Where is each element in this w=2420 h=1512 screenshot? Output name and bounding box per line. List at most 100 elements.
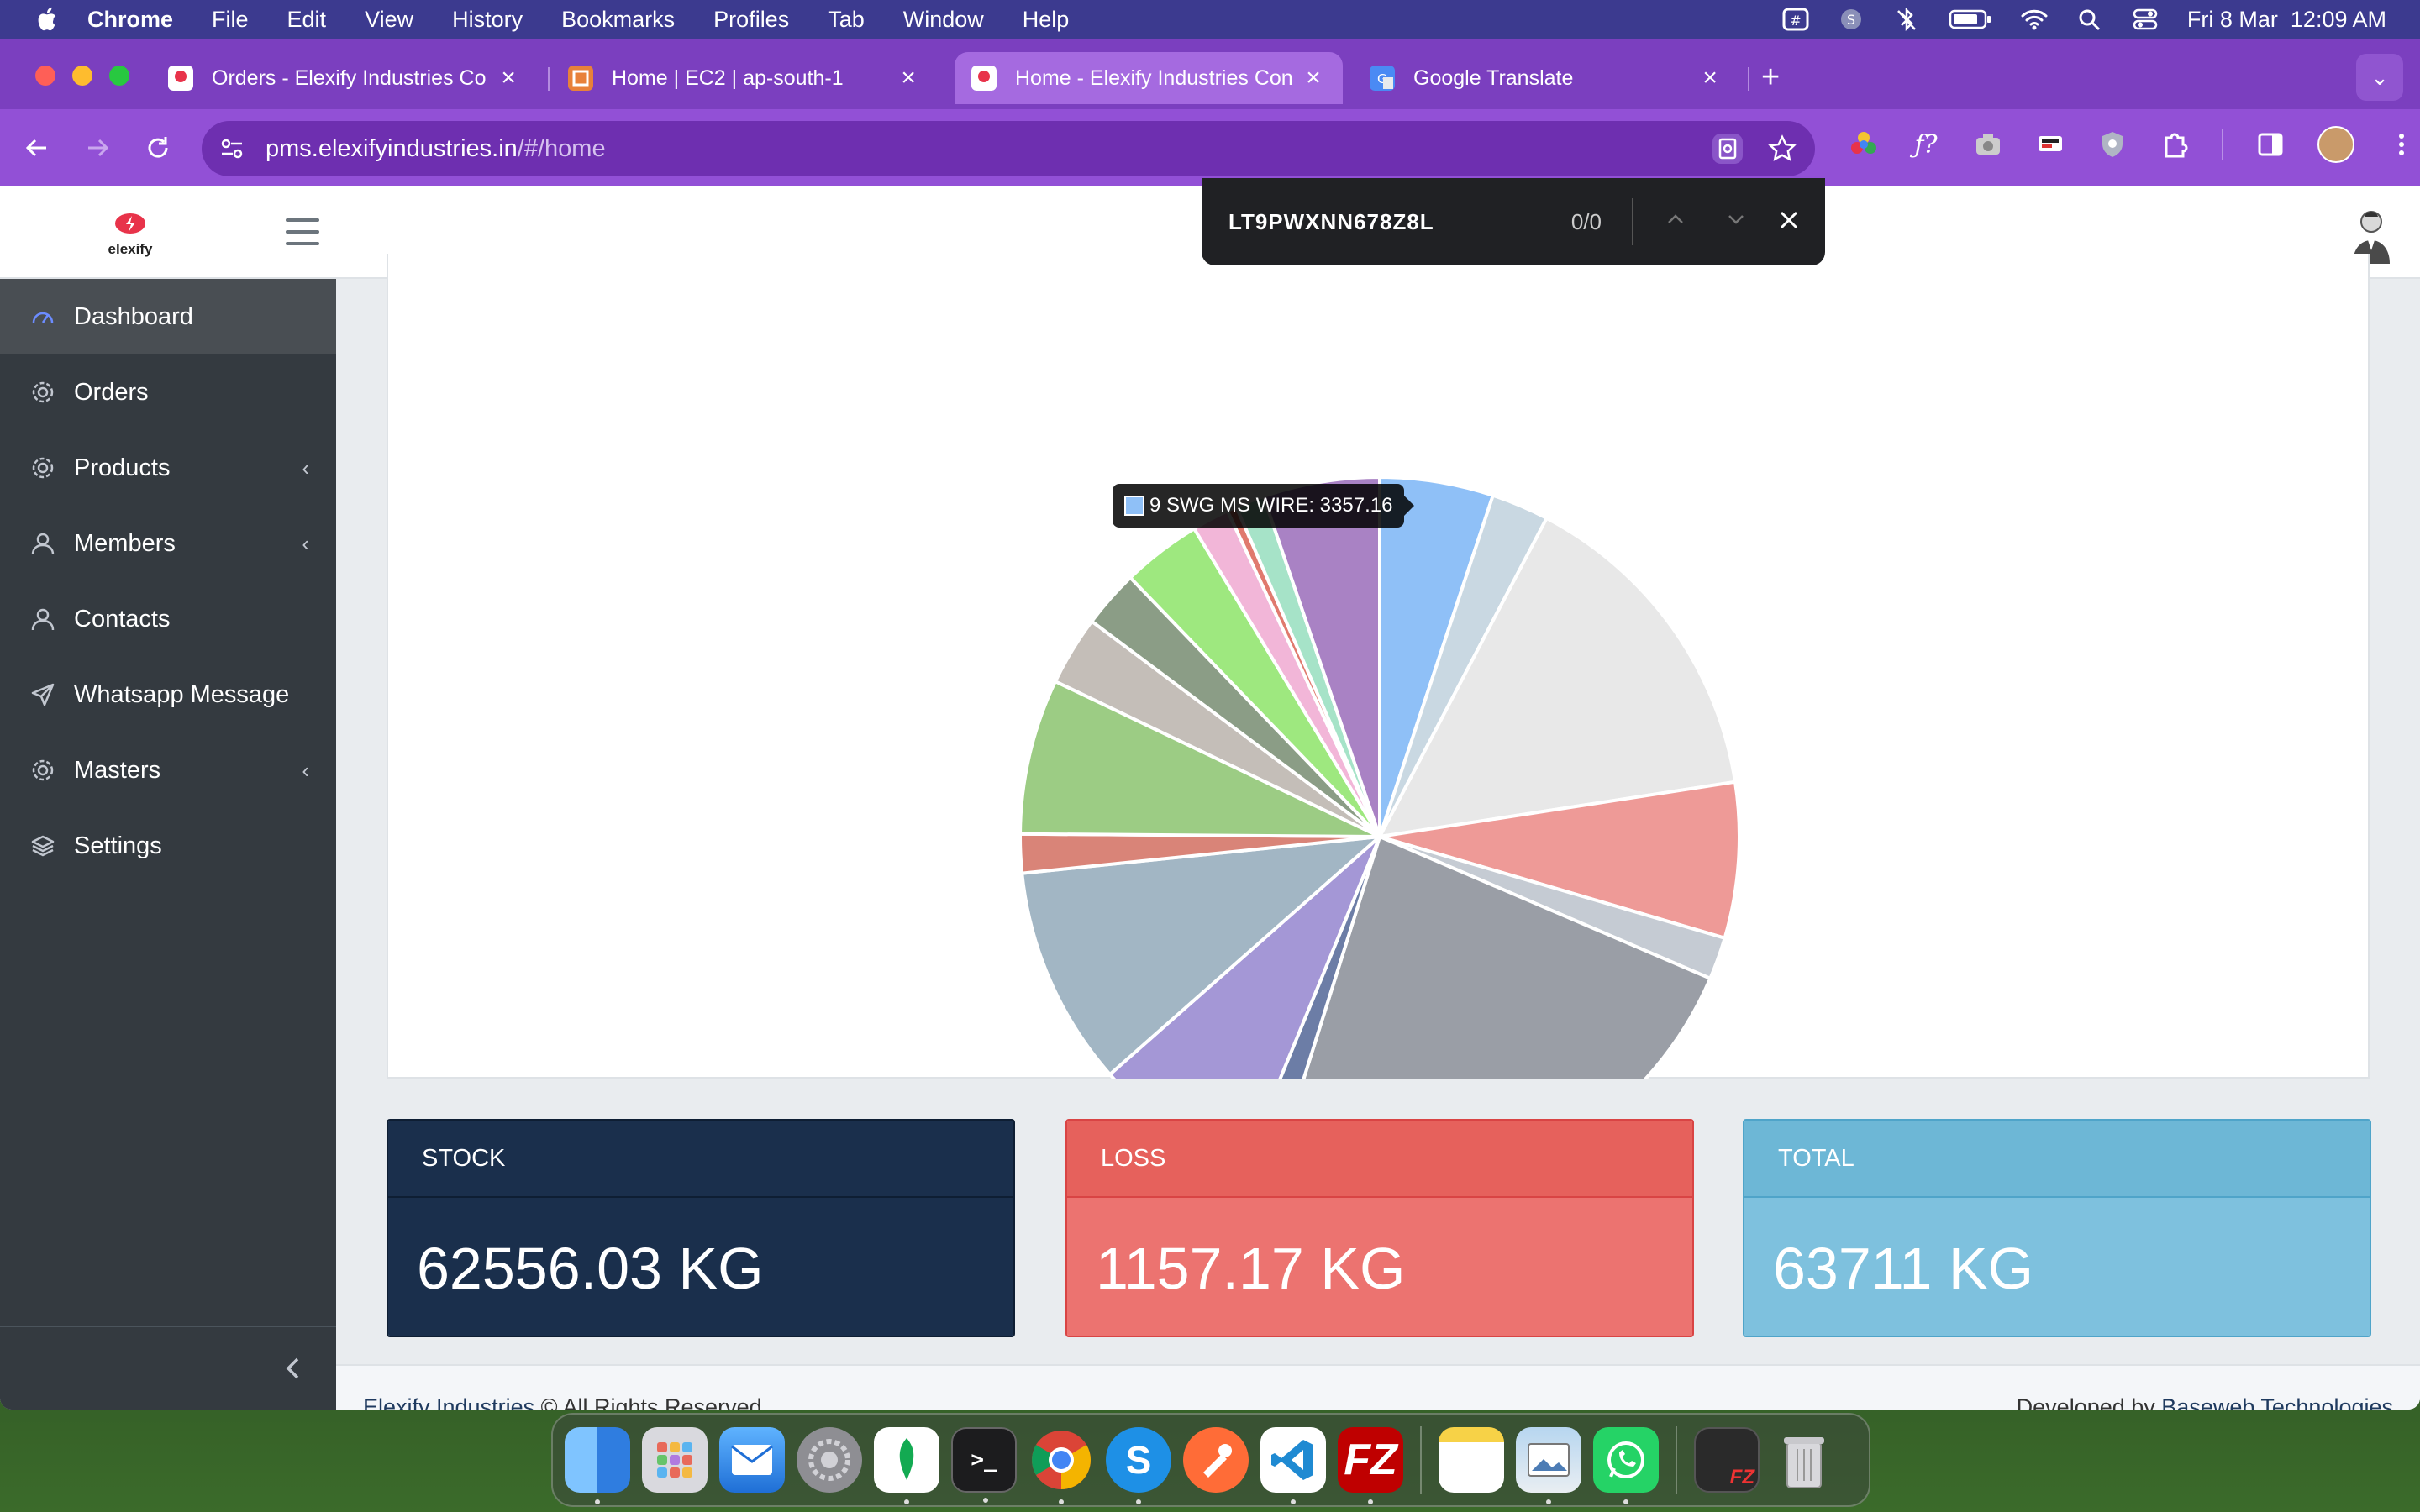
address-bar[interactable]: pms.elexifyindustries.in/#/home — [202, 121, 1815, 176]
zoom-window-button[interactable] — [109, 66, 129, 86]
sidebar-item-masters[interactable]: Masters ‹ — [0, 732, 336, 808]
side-panel-icon[interactable] — [2255, 129, 2286, 160]
tab-close-icon[interactable]: × — [1301, 64, 1326, 92]
reload-button[interactable] — [136, 126, 180, 170]
menu-bookmarks[interactable]: Bookmarks — [561, 7, 675, 33]
tab-home-active[interactable]: Home - Elexify Industries Con × — [955, 52, 1343, 104]
input-source-icon[interactable]: # — [1782, 8, 1809, 31]
chrome-icon[interactable] — [1028, 1427, 1094, 1504]
elexify-favicon-icon — [168, 66, 193, 91]
site-info-icon[interactable] — [217, 134, 247, 164]
arrow-left-icon — [25, 139, 46, 157]
menu-edit[interactable]: Edit — [287, 7, 327, 33]
menu-file[interactable]: File — [212, 7, 249, 33]
page-footer: Elexify Industries © All Rights Reserved… — [336, 1364, 2420, 1410]
finder-icon[interactable] — [565, 1427, 630, 1504]
tab-strip: Orders - Elexify Industries Co × Home | … — [0, 39, 2420, 109]
loss-card: LOSS 1157.17 KG — [1065, 1119, 1694, 1337]
sidebar-item-dashboard[interactable]: Dashboard — [0, 279, 336, 354]
chevron-left-icon: ‹ — [302, 757, 309, 783]
find-next-button[interactable] — [1718, 208, 1754, 236]
lens-search-icon[interactable] — [1711, 132, 1744, 165]
control-center-icon[interactable] — [2132, 8, 2159, 31]
menu-tab[interactable]: Tab — [828, 7, 865, 33]
postman-icon[interactable] — [1183, 1427, 1249, 1493]
notes-icon[interactable] — [1439, 1427, 1504, 1493]
footer-credit: Developed by Baseweb Technologies — [2017, 1394, 2393, 1410]
close-window-button[interactable] — [35, 66, 55, 86]
browser-toolbar: pms.elexifyindustries.in/#/home ƒ? — [0, 109, 2420, 186]
menu-profiles[interactable]: Profiles — [713, 7, 789, 33]
running-indicator — [983, 1498, 988, 1503]
filezilla-icon[interactable]: FZ — [1338, 1427, 1403, 1504]
tab-ec2[interactable]: Home | EC2 | ap-south-1 × — [551, 52, 938, 104]
mail-icon[interactable] — [719, 1427, 785, 1493]
sidebar-item-settings[interactable]: Settings — [0, 808, 336, 884]
find-close-button[interactable] — [1778, 206, 1800, 239]
menu-app-name[interactable]: Chrome — [87, 7, 173, 33]
menu-help[interactable]: Help — [1023, 7, 1070, 33]
preview-icon[interactable] — [1516, 1427, 1581, 1504]
more-options-icon[interactable] — [2386, 129, 2417, 160]
menu-history[interactable]: History — [452, 7, 523, 33]
sidebar-item-label: Settings — [74, 832, 162, 859]
tab-google-translate[interactable]: G Google Translate × — [1353, 52, 1739, 104]
skype-icon[interactable]: S — [1106, 1427, 1171, 1504]
tab-orders[interactable]: Orders - Elexify Industries Co × — [151, 52, 538, 104]
launchpad-icon[interactable] — [642, 1427, 708, 1493]
chrome-window: Orders - Elexify Industries Co × Home | … — [0, 39, 2420, 1410]
apple-logo-icon[interactable] — [34, 6, 59, 33]
tab-search-button[interactable]: ⌄ — [2356, 54, 2403, 101]
profile-avatar[interactable] — [2317, 126, 2354, 163]
filezilla-recent-icon[interactable]: FZ — [1694, 1427, 1760, 1493]
forward-button[interactable] — [76, 126, 119, 170]
tab-close-icon[interactable]: × — [1697, 64, 1723, 92]
find-input[interactable]: LT9PWXNN678Z8L — [1228, 209, 1434, 235]
tab-close-icon[interactable]: × — [896, 64, 921, 92]
macos-menu-bar: Chrome File Edit View History Bookmarks … — [0, 0, 2420, 39]
sidebar-item-contacts[interactable]: Contacts — [0, 581, 336, 657]
elexify-logo[interactable]: elexify — [99, 212, 161, 257]
sidebar-collapse-button[interactable] — [0, 1326, 336, 1410]
bluetooth-off-icon[interactable] — [1893, 8, 1920, 31]
running-indicator — [1623, 1499, 1628, 1504]
font-finder-extension-icon[interactable]: ƒ? — [1911, 129, 1941, 160]
new-tab-button[interactable]: + — [1761, 61, 1780, 93]
sidebar-item-whatsapp-message[interactable]: Whatsapp Message — [0, 657, 336, 732]
sidebar-item-products[interactable]: Products ‹ — [0, 430, 336, 506]
close-icon — [1780, 211, 1798, 228]
terminal-icon[interactable]: >_ — [951, 1427, 1017, 1503]
whatsapp-icon[interactable] — [1593, 1427, 1659, 1504]
vscode-icon[interactable] — [1260, 1427, 1326, 1504]
trash-icon[interactable] — [1771, 1427, 1837, 1493]
developer-link[interactable]: Baseweb Technologies — [2161, 1394, 2393, 1410]
menu-view[interactable]: View — [365, 7, 413, 33]
minimize-window-button[interactable] — [72, 66, 92, 86]
extensions-puzzle-icon[interactable] — [2160, 129, 2190, 160]
camera-extension-icon[interactable] — [1973, 129, 2003, 160]
sidebar-item-members[interactable]: Members ‹ — [0, 506, 336, 581]
chevron-left-icon: ‹ — [302, 530, 309, 556]
sidebar-item-orders[interactable]: Orders — [0, 354, 336, 430]
battery-icon[interactable] — [1949, 8, 1992, 31]
find-previous-button[interactable] — [1657, 208, 1694, 236]
gear-icon — [808, 1439, 850, 1481]
elexify-logo-icon — [115, 213, 145, 234]
toolbar-divider — [2222, 129, 2223, 160]
color-picker-extension-icon[interactable] — [1849, 129, 1879, 160]
mongodb-compass-icon[interactable] — [874, 1427, 939, 1504]
filezilla-glyph: FZ — [1344, 1436, 1397, 1484]
dashboard-icon — [32, 312, 54, 323]
spotlight-icon[interactable] — [2076, 8, 2103, 31]
shield-extension-icon[interactable] — [2097, 129, 2128, 160]
back-button[interactable] — [15, 126, 59, 170]
wifi-icon[interactable] — [2021, 8, 2048, 31]
menu-window[interactable]: Window — [903, 7, 984, 33]
tab-close-icon[interactable]: × — [496, 64, 521, 92]
menu-toggle-button[interactable] — [286, 218, 319, 247]
menubar-clock[interactable]: Fri 8 Mar 12:09 AM — [2187, 7, 2386, 33]
wappalyzer-extension-icon[interactable] — [2035, 129, 2065, 160]
system-settings-icon[interactable] — [797, 1427, 862, 1493]
bookmark-star-icon[interactable] — [1768, 134, 1797, 163]
skype-status-icon[interactable]: S — [1838, 8, 1865, 31]
